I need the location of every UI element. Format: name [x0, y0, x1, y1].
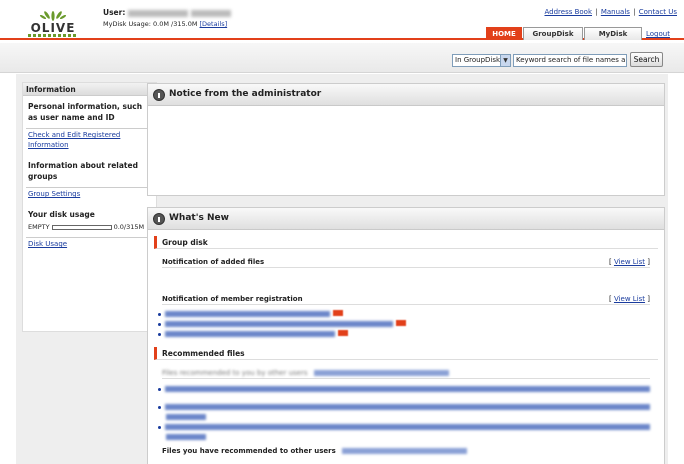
notice-panel: Notice from the administrator	[147, 83, 665, 196]
new-badge	[338, 330, 348, 336]
olive-leaf-icon	[39, 11, 67, 21]
group-disk-category: Group disk	[154, 236, 658, 249]
sidebar-title: Information	[23, 83, 156, 96]
recommended-to-you-heading: Files recommended to you by other users	[162, 368, 650, 379]
tab-groupdisk[interactable]: GroupDisk	[523, 27, 583, 40]
member-registration-heading: Notification of member registration [ Vi…	[162, 294, 650, 305]
recommended-to-you-title: Files recommended to you by other users	[162, 369, 308, 377]
info-icon	[153, 89, 165, 101]
search-scope-select[interactable]: In GroupDisk ▼	[452, 54, 511, 67]
disk-empty-label: EMPTY	[28, 223, 50, 231]
olive-logo[interactable]: OLIVE	[28, 4, 78, 38]
information-sidebar: Information Personal information, such a…	[22, 82, 157, 332]
logo-underline	[28, 34, 78, 37]
view-list-members: [ View List ]	[609, 294, 650, 305]
whats-new-title: What's New	[169, 213, 229, 223]
logout-link[interactable]: Logout	[646, 30, 670, 38]
check-edit-info-link[interactable]: Check and Edit Registered Information	[28, 131, 120, 149]
address-book-link[interactable]: Address Book	[544, 8, 592, 16]
new-badge	[396, 320, 406, 326]
sidebar-heading-disk: Your disk usage	[28, 210, 95, 219]
whats-new-header: What's New	[148, 208, 664, 230]
header: OLIVE User: MyDisk Usage: 0.0M /315.0M […	[0, 0, 684, 40]
list-item[interactable]	[158, 423, 664, 432]
user-name-redacted	[128, 9, 189, 17]
user-name-redacted-2	[191, 9, 232, 17]
top-links: Address Book | Manuals | Contact Us	[543, 8, 678, 16]
bullet-icon	[158, 387, 161, 391]
added-files-title: Notification of added files	[162, 258, 265, 266]
tab-mydisk[interactable]: MyDisk	[584, 27, 642, 40]
main-content: Information Personal information, such a…	[16, 74, 668, 464]
notice-title: Notice from the administrator	[169, 89, 322, 99]
details-link[interactable]: [Details]	[200, 20, 228, 28]
list-item[interactable]	[158, 330, 664, 339]
recommended-by-you-heading: Files you have recommended to other user…	[162, 446, 650, 457]
main-tabs: HOME GroupDisk MyDisk	[486, 27, 643, 40]
list-item-continued	[166, 433, 664, 442]
bullet-icon	[158, 322, 161, 326]
redacted-link	[342, 448, 468, 454]
bracket: ]	[647, 258, 650, 266]
group-settings-link[interactable]: Group Settings	[28, 190, 80, 198]
new-badge	[333, 310, 343, 316]
list-item[interactable]	[158, 320, 664, 329]
bracket: [	[608, 295, 612, 303]
view-list-added: [ View List ]	[609, 257, 650, 268]
link-separator: |	[633, 8, 636, 16]
list-item[interactable]	[158, 310, 664, 319]
whats-new-panel: What's New Group disk Notification of ad…	[147, 207, 665, 464]
search-bar: In GroupDisk ▼ Keyword search of file na…	[0, 43, 684, 73]
redacted-text	[166, 434, 206, 440]
link-separator: |	[595, 8, 598, 16]
info-icon	[153, 213, 165, 225]
manuals-link[interactable]: Manuals	[601, 8, 630, 16]
bullet-icon	[158, 332, 161, 336]
mydisk-usage-line: MyDisk Usage: 0.0M /315.0M [Details]	[103, 20, 227, 28]
redacted-text	[165, 386, 650, 392]
notice-header: Notice from the administrator	[148, 84, 664, 106]
bracket: ]	[647, 295, 650, 303]
redacted-text	[166, 414, 206, 420]
view-list-added-link[interactable]: View List	[614, 258, 645, 266]
divider	[26, 187, 153, 188]
recommended-by-you-title: Files you have recommended to other user…	[162, 447, 336, 455]
contact-us-link[interactable]: Contact Us	[639, 8, 677, 16]
recommended-category: Recommended files	[154, 347, 658, 360]
added-files-heading: Notification of added files [ View List …	[162, 257, 650, 268]
user-label: User:	[103, 8, 126, 17]
redacted-text	[165, 311, 330, 317]
list-item[interactable]	[158, 403, 664, 412]
bullet-icon	[158, 405, 161, 409]
redacted-text	[165, 424, 650, 430]
search-scope-value: In GroupDisk	[455, 56, 501, 64]
disk-usage-bar	[51, 224, 112, 230]
disk-usage-value: 0.0/315M	[113, 223, 145, 231]
mydisk-usage-label: MyDisk Usage:	[103, 20, 151, 28]
sidebar-heading-personal: Personal information, such as user name …	[28, 102, 143, 122]
user-line: User:	[103, 8, 232, 17]
bullet-icon	[158, 425, 161, 429]
logo-wordmark: OLIVE	[30, 21, 76, 35]
disk-usage-meter: EMPTY 0.0/315M	[23, 222, 156, 232]
mydisk-usage-value: 0.0M /315.0M	[153, 20, 198, 28]
bracket: [	[608, 258, 612, 266]
divider	[26, 128, 153, 129]
view-list-members-link[interactable]: View List	[614, 295, 645, 303]
disk-usage-link[interactable]: Disk Usage	[28, 240, 67, 248]
redacted-link	[313, 370, 449, 376]
redacted-text	[165, 404, 650, 410]
redacted-text	[165, 321, 393, 327]
search-button[interactable]: Search	[630, 52, 663, 67]
redacted-text	[165, 331, 335, 337]
search-input[interactable]: Keyword search of file names and	[513, 54, 627, 67]
tab-home[interactable]: HOME	[486, 27, 522, 40]
bullet-icon	[158, 312, 161, 316]
chevron-down-icon[interactable]: ▼	[500, 55, 510, 66]
list-item[interactable]	[158, 385, 664, 394]
list-item-continued	[166, 413, 664, 422]
divider	[26, 237, 153, 238]
member-registration-title: Notification of member registration	[162, 295, 303, 303]
sidebar-heading-groups: Information about related groups	[28, 161, 138, 181]
